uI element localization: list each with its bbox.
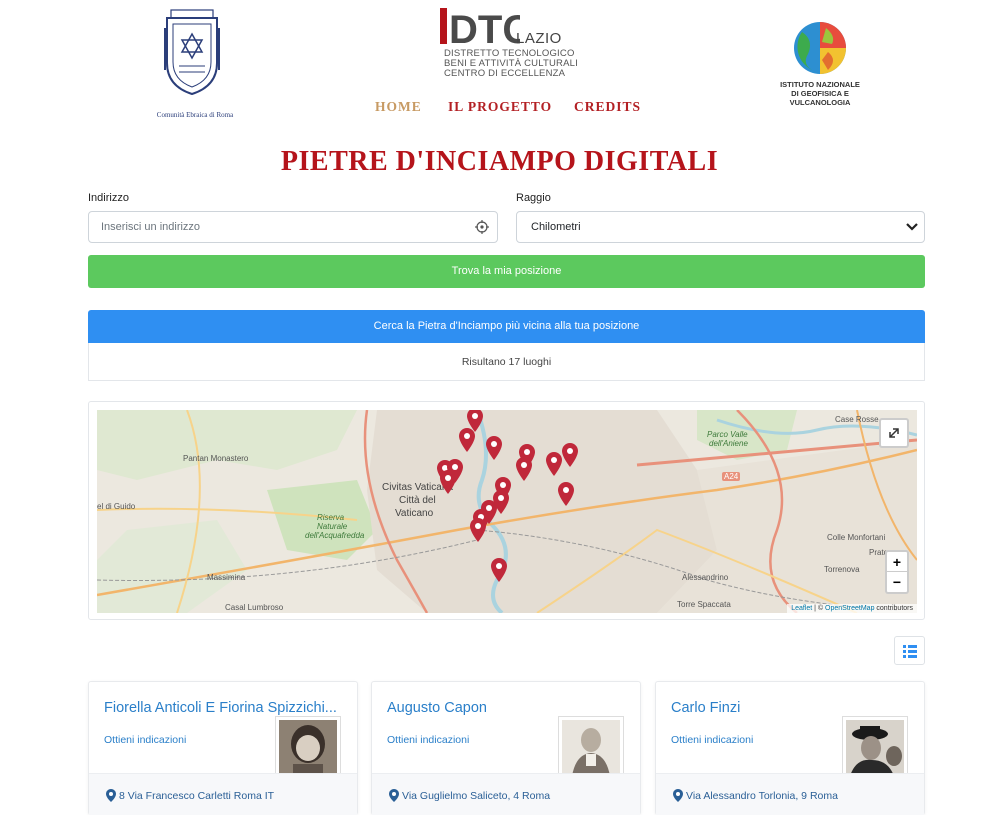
card-title[interactable]: Carlo Finzi <box>671 700 740 716</box>
map-pin-icon <box>106 789 116 802</box>
radius-select[interactable]: Chilometri <box>516 211 925 243</box>
map-label-riserva-3: dell'Acquafredda <box>305 531 365 540</box>
right-logo-caption-line-2: DI GEOFISICA E VULCANOLOGIA <box>789 89 851 107</box>
get-directions-link[interactable]: Ottieni indicazioni <box>104 734 186 746</box>
card-photo <box>558 716 624 780</box>
portrait-photo <box>562 720 620 776</box>
card-address: Via Guglielmo Saliceto, 4 Roma <box>402 790 551 802</box>
page-title: PIETRE D'INCIAMPO DIGITALI <box>280 146 719 177</box>
dtc-mark-icon: DTC <box>440 8 520 48</box>
openstreetmap-link[interactable]: OpenStreetMap <box>825 605 874 612</box>
leaflet-link[interactable]: Leaflet <box>791 605 812 612</box>
portrait-photo <box>846 720 904 776</box>
map-label-parco-1: Parco Valle <box>707 430 748 439</box>
svg-text:DTC: DTC <box>449 8 520 48</box>
map-marker[interactable] <box>546 452 562 476</box>
nav-credits[interactable]: CREDITS <box>574 99 641 115</box>
find-nearest-stone-button[interactable]: Cerca la Pietra d'Inciampo più vicina al… <box>88 310 925 343</box>
zoom-in-button[interactable]: + <box>887 552 907 572</box>
stone-card[interactable]: Carlo Finzi Ottieni indicazioni Via Ales… <box>655 681 925 815</box>
nav-il-progetto[interactable]: IL PROGETTO <box>448 99 552 115</box>
map-label-lumbroso: Casal Lumbroso <box>225 603 284 612</box>
card-footer: Via Guglielmo Saliceto, 4 Roma <box>372 773 640 815</box>
map-marker[interactable] <box>486 436 502 460</box>
crest-icon <box>164 9 220 96</box>
card-footer: 8 Via Francesco Carletti Roma IT <box>89 773 357 815</box>
map-pin-icon <box>389 789 399 802</box>
map-label-a24: A24 <box>722 472 741 481</box>
map-label-guido: el di Guido <box>97 502 136 511</box>
map-label-riserva-1: Riserva <box>317 513 345 522</box>
card-photo <box>275 716 341 780</box>
zoom-out-button[interactable]: − <box>887 572 907 592</box>
map-marker[interactable] <box>470 518 486 542</box>
left-logo-caption: Comunità Ebraica di Roma <box>156 111 234 119</box>
list-view-toggle[interactable] <box>894 636 925 665</box>
comunita-ebraica-logo[interactable]: Comunità Ebraica di Roma <box>145 8 245 119</box>
map-label-pantan: Pantan Monastero <box>183 454 249 463</box>
map-label-torrenova: Torrenova <box>824 565 860 574</box>
map-marker[interactable] <box>516 457 532 481</box>
portrait-photo <box>279 720 337 776</box>
card-photo <box>842 716 908 780</box>
fullscreen-button[interactable] <box>879 418 909 448</box>
map-label-torre-spaccata: Torre Spaccata <box>677 600 731 609</box>
map-label-vaticano: Vaticano <box>395 508 434 519</box>
map-label-case-rosse: Case Rosse <box>835 415 879 424</box>
zoom-control: + − <box>885 550 909 594</box>
card-title[interactable]: Augusto Capon <box>387 700 487 716</box>
map-marker[interactable] <box>440 470 456 494</box>
address-field <box>88 211 498 243</box>
address-input[interactable] <box>89 212 497 242</box>
address-label: Indirizzo <box>88 192 129 204</box>
card-address: Via Alessandro Torlonia, 9 Roma <box>686 790 838 802</box>
dtc-region-text: LAZIO <box>516 30 562 47</box>
map-attribution: Leaflet | © OpenStreetMap contributors <box>787 604 917 613</box>
map-label-colle-monfortani: Colle Monfortani <box>827 533 886 542</box>
map-marker[interactable] <box>491 558 507 582</box>
right-logo-caption-line-1: ISTITUTO NAZIONALE <box>780 80 860 89</box>
map-marker[interactable] <box>558 482 574 506</box>
site-header: Comunità Ebraica di Roma DTC LAZIO DISTR… <box>0 0 999 130</box>
expand-icon <box>889 428 899 438</box>
get-directions-link[interactable]: Ottieni indicazioni <box>387 734 469 746</box>
dtc-line-3: CENTRO DI ECCELLENZA <box>444 68 566 79</box>
find-my-position-button[interactable]: Trova la mia posizione <box>88 255 925 288</box>
map-card: Civitas Vaticana Città del Vaticano Pant… <box>88 401 925 620</box>
main-nav: HOME IL PROGETTO CREDITS <box>360 99 660 119</box>
map-label-citta: Città del <box>399 495 436 506</box>
card-footer: Via Alessandro Torlonia, 9 Roma <box>656 773 924 815</box>
map-marker[interactable] <box>562 443 578 467</box>
map-view[interactable]: Civitas Vaticana Città del Vaticano Pant… <box>97 410 917 613</box>
radius-label: Raggio <box>516 192 551 204</box>
map-marker[interactable] <box>459 428 475 452</box>
attribution-separator: | © <box>812 605 826 612</box>
map-pin-icon <box>673 789 683 802</box>
ingv-logo[interactable]: ISTITUTO NAZIONALE DI GEOFISICA E VULCAN… <box>770 20 870 107</box>
stone-card[interactable]: Augusto Capon Ottieni indicazioni Via Gu… <box>371 681 641 815</box>
results-count: Risultano 17 luoghi <box>88 343 925 381</box>
map-label-riserva-2: Naturale <box>317 522 348 531</box>
list-icon <box>903 645 917 658</box>
card-title[interactable]: Fiorella Anticoli E Fiorina Spizzichi... <box>104 700 337 716</box>
card-address: 8 Via Francesco Carletti Roma IT <box>119 790 275 802</box>
right-logo-caption: ISTITUTO NAZIONALE DI GEOFISICA E VULCAN… <box>766 80 874 107</box>
globe-icon <box>794 22 846 74</box>
nav-home[interactable]: HOME <box>375 99 422 115</box>
get-directions-link[interactable]: Ottieni indicazioni <box>671 734 753 746</box>
stone-card[interactable]: Fiorella Anticoli E Fiorina Spizzichi...… <box>88 681 358 815</box>
map-label-alessandrino: Alessandrino <box>682 573 729 582</box>
chevron-down-icon <box>906 223 918 231</box>
locate-crosshair-icon[interactable] <box>475 220 489 234</box>
dtc-lazio-logo[interactable]: DTC LAZIO DISTRETTO TECNOLOGICO BENI E A… <box>440 6 580 84</box>
map-label-massimina: Massimina <box>207 573 246 582</box>
radius-select-value: Chilometri <box>531 221 581 233</box>
attribution-tail: contributors <box>874 605 913 612</box>
map-label-parco-2: dell'Aniene <box>709 439 748 448</box>
